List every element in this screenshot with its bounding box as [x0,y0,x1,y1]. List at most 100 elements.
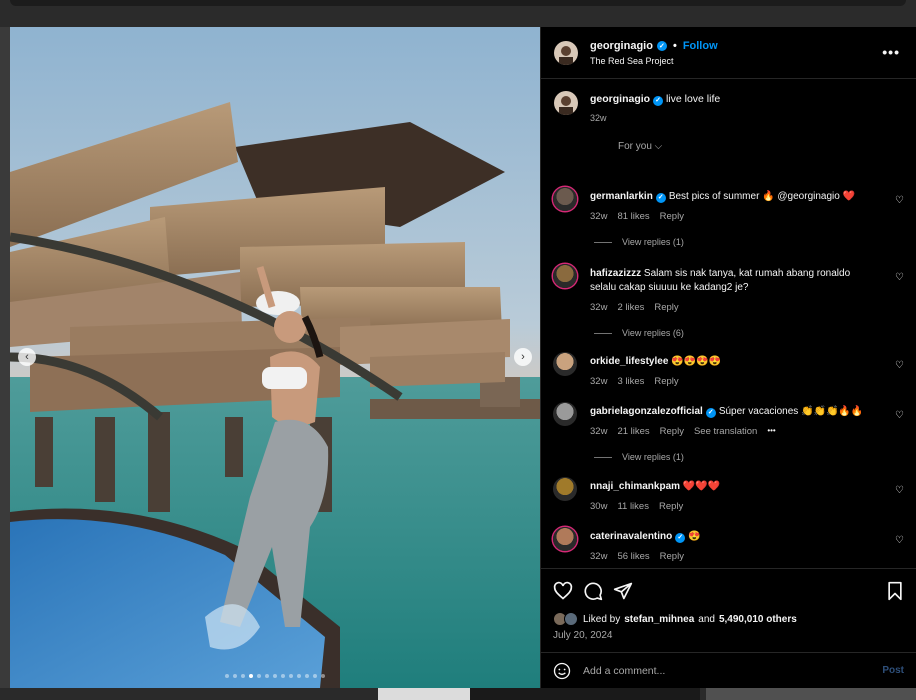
commenter-avatar[interactable] [553,264,577,288]
carousel-dot [257,674,261,678]
liked-by-count[interactable]: 5,490,010 others [719,614,797,625]
post-date: July 20, 2024 [553,630,613,641]
comment-body: caterinavalentino ✓ 😍 [590,530,876,544]
bookmark-icon[interactable] [885,581,905,601]
post-modal: ‹ › georginagio ✓ • Follow The Red Sea P… [10,27,916,688]
comment-meta: 32w 21 likes Reply See translation ••• [590,426,776,437]
commenter-username[interactable]: gabrielagonzalezofficial [590,406,703,417]
verified-icon: ✓ [675,532,686,543]
carousel-dot [289,674,293,678]
caption-username[interactable]: georginagio [590,93,650,105]
reply-button[interactable]: Reply [654,302,678,313]
carousel-dot [241,674,245,678]
author-line: georginagio ✓ • Follow [590,40,718,52]
post-side-panel: georginagio ✓ • Follow The Red Sea Proje… [540,27,916,688]
comment-time: 32w [590,211,608,222]
commenter-username[interactable]: orkide_lifestylee [590,356,668,367]
action-bar: Liked by stefan_mihnea and 5,490,010 oth… [541,568,916,652]
post-comment-button[interactable]: Post [882,665,904,676]
author-avatar[interactable] [554,41,578,65]
reply-button[interactable]: Reply [660,211,684,222]
liked-by-user[interactable]: stefan_mihnea [624,614,694,625]
post-location[interactable]: The Red Sea Project [590,56,674,66]
view-replies-button[interactable]: View replies (1) [594,452,684,462]
view-replies-button[interactable]: View replies (1) [594,237,684,247]
reply-button[interactable]: Reply [659,501,683,512]
post-media: ‹ › [10,27,540,688]
carousel-dot [321,674,325,678]
comments-list[interactable]: georginagio ✓ live love life 32w For you… [541,79,916,568]
share-icon[interactable] [613,581,633,601]
view-replies-button[interactable]: View replies (6) [594,328,684,338]
comment-time: 30w [590,501,608,512]
author-username[interactable]: georginagio [590,40,653,52]
comment-body: orkide_lifestylee 😍😍😍😍 [590,355,876,369]
comment-options-icon[interactable]: ••• [767,426,775,437]
comment-body: gabrielagonzalezofficial ✓ Súper vacacione… [590,405,876,419]
commenter-username[interactable]: caterinavalentino [590,531,672,542]
comment-likes[interactable]: 3 likes [617,376,644,387]
carousel-dot [225,674,229,678]
commenter-avatar[interactable] [553,477,577,501]
follow-button[interactable]: Follow [683,40,718,52]
carousel-dot [305,674,309,678]
comment-time: 32w [590,376,608,387]
carousel-next-button[interactable]: › [514,348,532,366]
caption-avatar[interactable] [554,91,578,115]
comment-input[interactable] [583,661,853,681]
reply-button[interactable]: Reply [660,551,684,562]
comment-meta: 32w 56 likes Reply [590,551,684,562]
heart-icon[interactable] [553,581,573,601]
carousel-dot [273,674,277,678]
comment-time: 32w [590,551,608,562]
commenter-avatar[interactable] [553,402,577,426]
commenter-username[interactable]: nnaji_chimankpam [590,481,680,492]
comment-icon[interactable] [583,581,603,601]
comment-likes[interactable]: 81 likes [617,211,649,222]
comment-text: Súper vacaciones 👏👏👏🔥🔥 [718,406,864,417]
carousel-indicator [10,674,540,678]
reply-button[interactable]: Reply [660,426,684,437]
commenter-username[interactable]: germanlarkin [590,191,653,202]
comment-likes[interactable]: 56 likes [617,551,649,562]
verified-icon: ✓ [705,407,716,418]
carousel-dot [265,674,269,678]
comment-like-heart-icon[interactable]: ♡ [895,535,904,546]
verified-icon: ✓ [655,192,666,203]
liked-by-and: and [698,613,715,625]
comment-like-heart-icon[interactable]: ♡ [895,272,904,283]
comment-like-heart-icon[interactable]: ♡ [895,410,904,421]
verified-icon: ✓ [653,95,664,106]
commenter-username[interactable]: hafizazizzz [590,268,641,279]
caption-time: 32w [590,113,607,123]
carousel-dot [281,674,285,678]
commenter-avatar[interactable] [553,527,577,551]
carousel-dot [249,674,253,678]
reply-button[interactable]: Reply [654,376,678,387]
carousel-prev-button[interactable]: ‹ [18,348,36,366]
comment-meta: 32w 81 likes Reply [590,211,684,222]
comment-time: 32w [590,302,608,313]
comment-like-heart-icon[interactable]: ♡ [895,485,904,496]
comment-likes[interactable]: 2 likes [617,302,644,313]
comment-composer: Post [541,652,916,688]
comment-like-heart-icon[interactable]: ♡ [895,360,904,371]
comment-text: Salam sis nak tanya, kat rumah abang ron… [643,268,851,279]
emoji-icon[interactable] [553,662,571,680]
comment-likes[interactable]: 21 likes [617,426,649,437]
comment-text: ❤️❤️❤️ [682,481,721,492]
verified-icon: ✓ [656,41,667,51]
see-translation-button[interactable]: See translation [694,426,757,437]
comment-time: 32w [590,426,608,437]
comment-like-heart-icon[interactable]: ♡ [895,195,904,206]
commenter-avatar[interactable] [553,187,577,211]
backdrop-bottom [0,688,916,700]
more-icon[interactable]: ••• [882,44,900,60]
comment-body: hafizazizzz Salam sis nak tanya, kat rum… [590,267,876,295]
comment-sort-dropdown[interactable]: For you ⌵ [618,141,662,152]
comment-likes[interactable]: 11 likes [617,501,649,512]
dot-separator: • [672,40,677,52]
commenter-avatar[interactable] [553,352,577,376]
carousel-dot [233,674,237,678]
backdrop-top [0,0,916,27]
